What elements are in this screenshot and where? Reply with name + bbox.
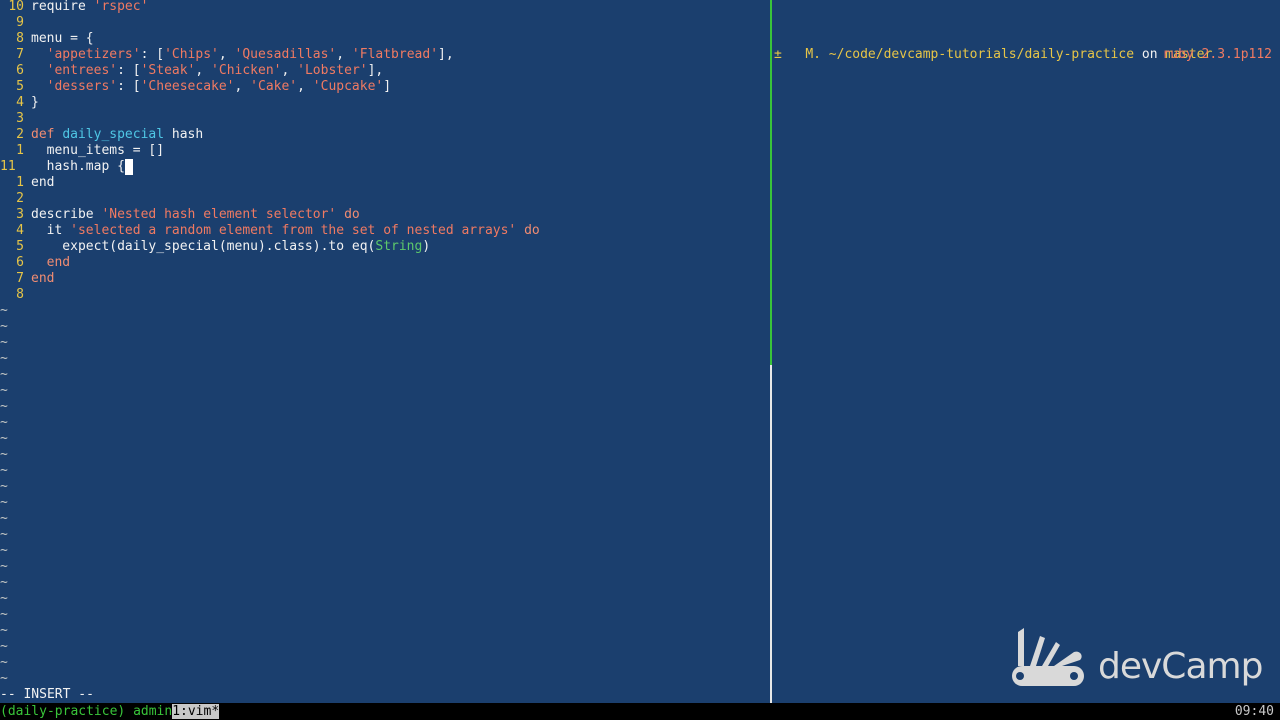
line-number: 7: [16, 47, 24, 62]
empty-line-marker: ~: [0, 447, 8, 462]
empty-line-marker: ~: [0, 431, 8, 446]
tmux-window-tab[interactable]: 1:vim*: [172, 704, 220, 719]
empty-line-marker: ~: [0, 559, 8, 574]
line-number: 8: [16, 287, 24, 302]
code-line[interactable]: 8 menu = {: [0, 31, 94, 47]
code-line[interactable]: 8: [0, 287, 31, 303]
line-number: 2: [16, 191, 24, 206]
code-text: end: [46, 255, 71, 270]
prompt-on-word: on: [1141, 47, 1158, 62]
tmux-clock: 09:40: [1234, 704, 1274, 719]
code-text: 'entrees': ['Steak', 'Chicken', 'Lobster…: [46, 63, 384, 78]
empty-line-marker: ~: [0, 479, 8, 494]
devcamp-logo: devCamp: [1010, 626, 1263, 692]
line-number: 3: [16, 111, 24, 126]
code-text: 'dessers': ['Cheesecake', 'Cake', 'Cupca…: [46, 79, 392, 94]
code-line[interactable]: 6 'entrees': ['Steak', 'Chicken', 'Lobst…: [0, 63, 383, 79]
empty-line-marker: ~: [0, 623, 8, 638]
tmux-session-name: (daily-practice): [0, 704, 126, 719]
line-number: 11: [0, 159, 16, 174]
code-line[interactable]: 7 end: [0, 271, 54, 287]
code-text: def daily_special hash: [31, 127, 204, 142]
shell-prompt: M. ~/code/devcamp-tutorials/daily-practi…: [774, 31, 1212, 79]
empty-line-marker: ~: [0, 319, 8, 334]
code-line[interactable]: 4}: [0, 95, 39, 111]
tmux-user: admin: [133, 704, 173, 719]
code-text: }: [31, 95, 39, 110]
empty-line-marker: ~: [0, 383, 8, 398]
code-text: require 'rspec': [31, 0, 149, 14]
line-number: 9: [16, 15, 24, 30]
line-number: 4: [16, 223, 24, 238]
vim-editor-pane[interactable]: 10 require 'rspec' 9 8 menu = {7 'appetizers…: [0, 0, 770, 703]
empty-line-marker: ~: [0, 655, 8, 670]
code-text: menu = {: [31, 31, 94, 46]
code-line[interactable]: 1 end: [0, 175, 54, 191]
code-line[interactable]: 10 require 'rspec': [0, 0, 148, 15]
code-line[interactable]: 3 describe 'Nested hash element selector'…: [0, 207, 360, 223]
line-number: 2: [16, 127, 24, 142]
ruby-version: ruby 2.3.1p112: [1162, 47, 1272, 62]
code-line[interactable]: 6 end: [0, 255, 70, 271]
code-text: describe 'Nested hash element selector' …: [31, 207, 360, 222]
code-text: expect(daily_special(menu).class).to eq(…: [31, 239, 431, 254]
vim-mode-indicator: -- INSERT --: [0, 687, 94, 702]
code-text: hash.map {: [31, 159, 133, 175]
line-number: 6: [16, 63, 24, 78]
empty-line-marker: ~: [0, 415, 8, 430]
prompt-symbol: ±: [774, 47, 782, 62]
empty-line-marker: ~: [0, 351, 8, 366]
line-number: 3: [16, 207, 24, 222]
empty-line-marker: ~: [0, 495, 8, 510]
empty-line-marker: ~: [0, 543, 8, 558]
code-line[interactable]: 5 expect(daily_special(menu).class).to e…: [0, 239, 430, 255]
line-number: 1: [16, 175, 24, 190]
empty-line-marker: ~: [0, 303, 8, 318]
line-number: 6: [16, 255, 24, 270]
line-number: 1: [16, 143, 24, 158]
line-number: 7: [16, 271, 24, 286]
code-line[interactable]: 7 'appetizers': ['Chips', 'Quesadillas',…: [0, 47, 454, 63]
code-line[interactable]: 9: [0, 15, 31, 31]
empty-line-marker: ~: [0, 671, 8, 686]
devcamp-logo-text: devCamp: [1098, 646, 1263, 687]
tmux-status-bar: (daily-practice) admin1:vim* 09:40: [0, 703, 1280, 720]
empty-line-marker: ~: [0, 399, 8, 414]
empty-line-marker: ~: [0, 591, 8, 606]
code-text: end: [31, 175, 55, 190]
code-line[interactable]: 4 it 'selected a random element from the…: [0, 223, 540, 239]
devcamp-knife-icon: [1012, 628, 1084, 686]
empty-line-marker: ~: [0, 607, 8, 622]
empty-line-marker: ~: [0, 639, 8, 654]
empty-line-marker: ~: [0, 527, 8, 542]
git-modified-indicator: M.: [805, 47, 821, 62]
line-number: 8: [16, 31, 24, 46]
code-line[interactable]: 3: [0, 111, 31, 127]
code-text: end: [31, 271, 55, 286]
empty-line-marker: ~: [0, 367, 8, 382]
line-number: 4: [16, 95, 24, 110]
terminal-pane[interactable]: M. ~/code/devcamp-tutorials/daily-practi…: [772, 0, 1280, 703]
code-line[interactable]: 2: [0, 191, 31, 207]
empty-line-marker: ~: [0, 511, 8, 526]
line-number: 5: [16, 239, 24, 254]
current-path: ~/code/devcamp-tutorials/daily-practice: [828, 47, 1135, 62]
code-text: it 'selected a random element from the s…: [31, 223, 540, 238]
empty-line-marker: ~: [0, 575, 8, 590]
code-line[interactable]: 5 'dessers': ['Cheesecake', 'Cake', 'Cup…: [0, 79, 391, 95]
empty-line-marker: ~: [0, 463, 8, 478]
line-number: 5: [16, 79, 24, 94]
line-number: 10: [8, 0, 24, 14]
code-line[interactable]: 1 menu_items = []: [0, 143, 164, 159]
code-line[interactable]: 11 hash.map {: [0, 159, 133, 175]
code-text: menu_items = []: [31, 143, 165, 158]
code-text: 'appetizers': ['Chips', 'Quesadillas', '…: [46, 47, 454, 62]
empty-line-marker: ~: [0, 335, 8, 350]
code-line[interactable]: 2 def daily_special hash: [0, 127, 203, 143]
